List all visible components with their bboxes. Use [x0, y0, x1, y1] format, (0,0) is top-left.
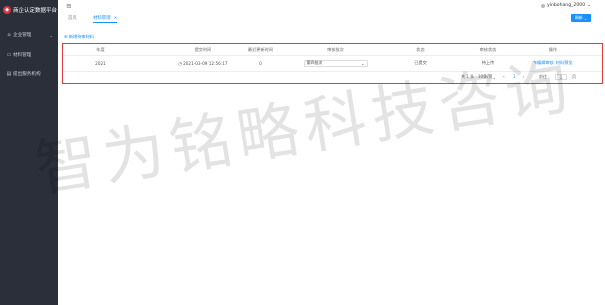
add-material-link[interactable]: ⊕ 新增待审材料 [64, 34, 94, 40]
chevron-down-icon: ⌄ [361, 60, 365, 66]
add-link-label: 新增待审材料 [68, 34, 94, 39]
tab-home[interactable]: 首页 [68, 14, 77, 22]
close-icon[interactable]: × [114, 16, 118, 21]
cell-updated: 0 [259, 60, 262, 66]
menu-icon[interactable]: ≡ [66, 2, 72, 10]
cell-year: 2021 [95, 60, 106, 66]
avatar [540, 3, 545, 8]
refresh-button[interactable]: 刷新 ⌄ [571, 14, 591, 22]
page-suffix: 页 [572, 74, 576, 79]
sidebar-item-label: 企业管理 [13, 33, 32, 38]
col-batch: 审核批次 [327, 46, 344, 52]
topbar: ≡ yinbohang_2000 ⌄ [58, 0, 605, 12]
user-menu[interactable]: yinbohang_2000 ⌄ [540, 3, 591, 8]
tab-bar: 首页 材料管理 × 刷新 ⌄ [58, 12, 605, 24]
col-updated: 最近更新时间 [247, 46, 274, 52]
building-icon: ⌂ [7, 32, 11, 38]
tab-materials[interactable]: 材料管理 × [93, 14, 118, 23]
folder-icon: ▭ [6, 52, 12, 58]
chevron-down-icon: ⌄ [49, 32, 53, 38]
logo-text: 商企认定数据平台 [13, 8, 58, 14]
submit-time-text: 2021-03-09 12:56:17 [183, 60, 228, 66]
sidebar-item-label: 提出服务机构 [13, 72, 41, 77]
chevron-down-icon: ⌄ [583, 15, 588, 21]
tab-label: 首页 [68, 16, 77, 21]
col-year: 年度 [96, 46, 105, 52]
org-icon: ▤ [6, 71, 12, 77]
col-status: 状态 [416, 46, 425, 52]
batch-select[interactable]: 第四批次 ⌄ [303, 59, 368, 67]
app-logo[interactable]: ◆ 商企认定数据平台 [3, 6, 57, 14]
sidebar-item-label: 材料管理 [13, 53, 32, 58]
sidebar-item-materials[interactable]: ▭ 材料管理 [0, 50, 58, 60]
clock-icon: ◷ [178, 60, 183, 66]
sidebar-item-org[interactable]: ▤ 提出服务机构 [0, 69, 58, 79]
plus-icon: ⊕ [64, 34, 68, 39]
username: yinbohang_2000 [546, 3, 586, 8]
sidebar-item-company[interactable]: ⌂ 企业管理 ⌄ [0, 30, 58, 40]
refresh-label: 刷新 [574, 15, 583, 20]
logo-icon: ◆ [3, 6, 11, 14]
chevron-down-icon: ⌄ [587, 3, 591, 8]
tab-label: 材料管理 [93, 16, 111, 21]
batch-select-value: 第四批次 [306, 60, 323, 65]
